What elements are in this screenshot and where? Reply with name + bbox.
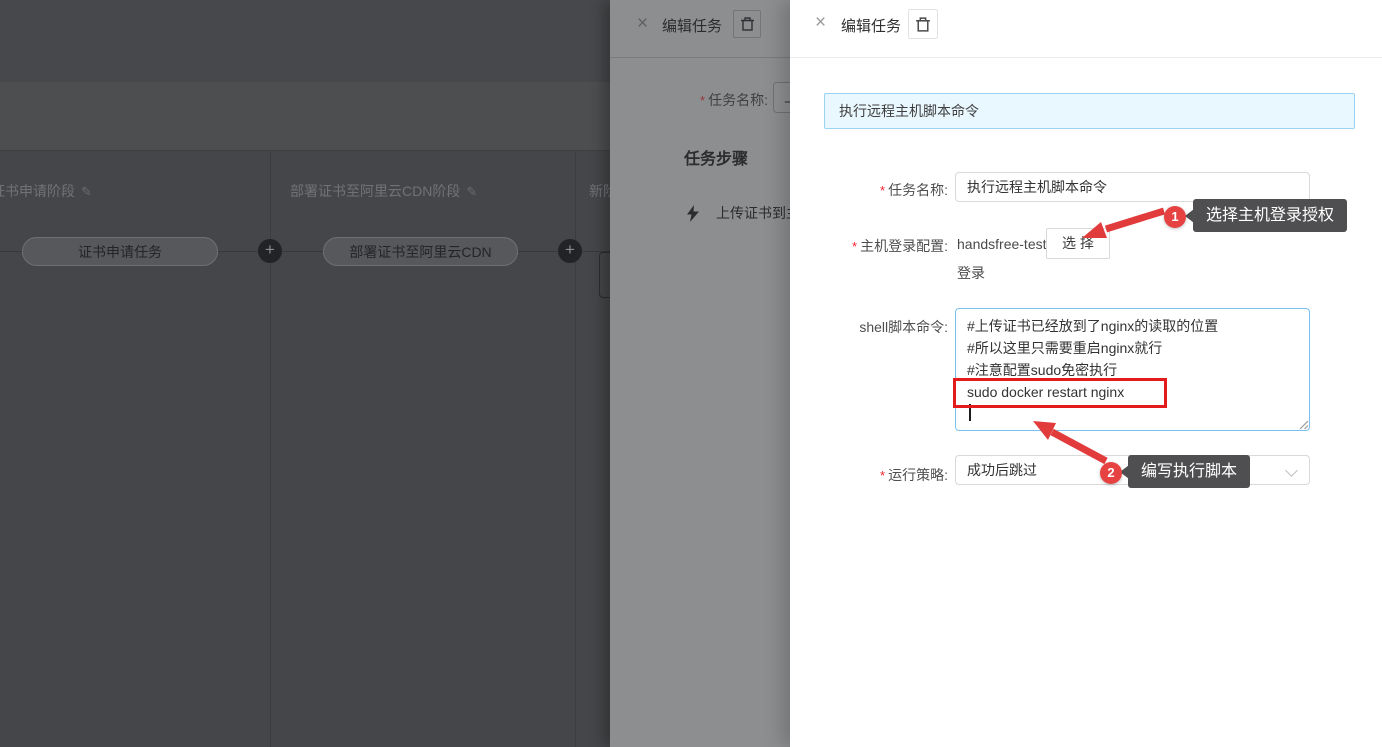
edit-task-drawer: × 编辑任务 执行远程主机脚本命令 *任务名称: 执行远程主机脚本命令 *主机登…: [790, 0, 1382, 747]
workflow-background: 证书申请阶段✎ 部署证书至阿里云CDN阶段✎ 新阶段✎ 证书申请任务 部署证书至…: [0, 0, 610, 747]
host-login-label: *主机登录配置:: [798, 236, 948, 256]
task-pill-deploy-cdn[interactable]: 部署证书至阿里云CDN: [323, 237, 518, 266]
choose-host-button[interactable]: 选 择: [1046, 228, 1110, 259]
textarea-resize-handle[interactable]: [1297, 418, 1309, 430]
add-task-button[interactable]: +: [558, 239, 582, 263]
task-type-banner: 执行远程主机脚本命令: [824, 93, 1355, 129]
annotation-step-2-badge: 2: [1100, 462, 1122, 484]
task-steps-heading: 任务步骤: [684, 145, 748, 169]
shell-script-textarea[interactable]: #上传证书已经放到了nginx的读取的位置 #所以这里只需要重启nginx就行 …: [955, 308, 1310, 431]
task-name-label: *任务名称:: [798, 180, 948, 200]
annotation-tooltip-2: 编写执行脚本: [1128, 455, 1250, 488]
pipeline-canvas: 证书申请阶段✎ 部署证书至阿里云CDN阶段✎ 新阶段✎ 证书申请任务 部署证书至…: [0, 151, 610, 747]
shell-line: #所以这里只需要重启nginx就行: [967, 337, 1298, 359]
pipeline-toolbar-dimmed: [0, 82, 610, 151]
task-name-label: *任务名称:: [610, 90, 768, 110]
task-step-item[interactable]: 上传证书到主机: [686, 203, 790, 223]
stage-title-cert-request: 证书申请阶段✎: [0, 181, 92, 201]
edit-task-drawer-background: × 编辑任务 *任务名称: 上传证书到主机 任务步骤 上传证书到主机: [610, 0, 790, 747]
annotation-tooltip-1: 选择主机登录授权: [1193, 199, 1347, 232]
task-name-input[interactable]: 上传证书到主机: [773, 82, 790, 113]
host-login-value: handsfree-test: [957, 236, 1047, 252]
edit-stage-icon[interactable]: ✎: [81, 184, 92, 199]
annotation-step-1-badge: 1: [1164, 206, 1186, 228]
task-step-label: 上传证书到主机: [716, 203, 790, 223]
shell-line: #上传证书已经放到了nginx的读取的位置: [967, 315, 1298, 337]
add-task-button[interactable]: +: [258, 239, 282, 263]
stage-title-deploy-cdn: 部署证书至阿里云CDN阶段✎: [290, 181, 477, 201]
task-pill-cert-request[interactable]: 证书申请任务: [22, 237, 218, 266]
stage-title-new-stage: 新阶段✎: [589, 181, 610, 201]
drawer-title: 编辑任务: [662, 15, 722, 36]
host-login-value-line2: 登录: [957, 263, 985, 283]
trash-icon: [915, 16, 931, 33]
task-name-input[interactable]: 执行远程主机脚本命令: [955, 172, 1310, 202]
run-policy-label: *运行策略:: [798, 465, 948, 485]
close-icon[interactable]: ×: [637, 14, 648, 33]
shell-script-label: shell脚本命令:: [798, 317, 948, 337]
lightning-icon: [686, 205, 700, 222]
new-stage-task-card-partial[interactable]: [599, 252, 610, 298]
app-header-dimmed: [0, 0, 610, 82]
header-divider: [790, 57, 1382, 58]
header-divider: [610, 57, 790, 58]
drawer-title: 编辑任务: [841, 15, 901, 36]
delete-task-button[interactable]: [908, 9, 938, 39]
close-icon[interactable]: ×: [815, 13, 826, 32]
annotation-highlight-box: [953, 378, 1167, 408]
edit-stage-icon[interactable]: ✎: [466, 184, 477, 199]
delete-task-button[interactable]: [733, 10, 761, 38]
trash-icon: [740, 16, 755, 32]
